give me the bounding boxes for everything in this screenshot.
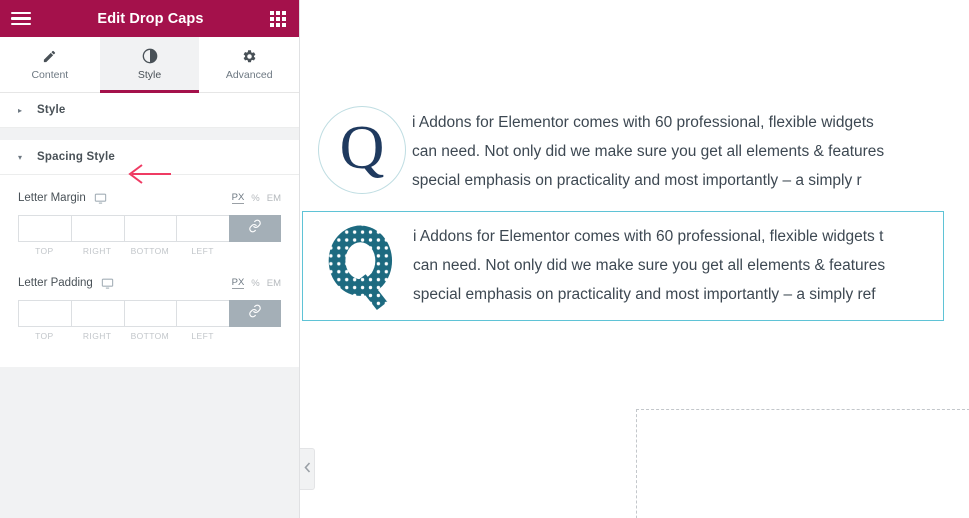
widget-dropzone[interactable]: Drag widget here: [636, 409, 969, 518]
tab-content[interactable]: Content: [0, 37, 100, 92]
label-bottom: BOTTOM: [130, 246, 170, 256]
letter-padding-header: Letter Padding PX % EM: [18, 274, 281, 292]
letter-margin-bottom-input[interactable]: [124, 216, 177, 241]
letter-margin-header: Letter Margin PX % EM: [18, 189, 281, 207]
panel-body: ▸ Style ▾ Spacing Style Letter Margin PX…: [0, 93, 299, 518]
page-title: Edit Drop Caps: [97, 10, 204, 27]
dropcap-text-2: i Addons for Elementor comes with 60 pro…: [413, 220, 933, 309]
desktop-icon[interactable]: [101, 277, 114, 290]
section-style-title: Style: [37, 104, 66, 116]
panel-collapse-handle[interactable]: [300, 448, 315, 490]
dropcap-text-line: i Addons for Elementor comes with 60 pro…: [413, 228, 886, 303]
link-chain-icon: [248, 304, 262, 323]
label-spacer: [229, 246, 281, 256]
label-top: TOP: [35, 331, 54, 341]
dropcap-polkadot-q-icon: [319, 220, 407, 312]
label-top: TOP: [35, 246, 54, 256]
unit-em[interactable]: EM: [267, 278, 281, 289]
tab-style-label: Style: [137, 68, 162, 81]
section-spacing-style[interactable]: ▾ Spacing Style: [0, 140, 299, 175]
control-letter-margin: Letter Margin PX % EM TOP RIGHT BOTTOM L…: [18, 189, 281, 256]
letter-margin-bottom-cell: [123, 215, 177, 242]
letter-padding-top-input[interactable]: [19, 301, 71, 326]
dropcap-block-1[interactable]: Q i Addons for Elementor comes with 60 p…: [302, 98, 969, 203]
pencil-icon: [42, 49, 57, 64]
chevron-right-icon: ▸: [18, 105, 23, 115]
section-style[interactable]: ▸ Style: [0, 93, 299, 128]
letter-padding-units: PX % EM: [231, 277, 281, 289]
hamburger-menu-icon[interactable]: [11, 8, 33, 30]
letter-padding-bottom-input[interactable]: [124, 301, 177, 326]
letter-margin-top-cell: [18, 215, 71, 242]
letter-padding-right-cell: [70, 300, 124, 327]
label-left: LEFT: [191, 246, 214, 256]
label-bottom: BOTTOM: [130, 331, 170, 341]
letter-padding-left-cell: [176, 300, 229, 327]
letter-margin-left-input[interactable]: [177, 216, 229, 241]
tab-style[interactable]: Style: [99, 37, 200, 93]
dropcap-circle: Q: [318, 106, 406, 194]
letter-margin-top-input[interactable]: [19, 216, 71, 241]
letter-margin-label: Letter Margin: [18, 192, 86, 204]
label-left: LEFT: [191, 331, 214, 341]
contrast-circle-icon: [142, 48, 158, 64]
panel-header: Edit Drop Caps: [0, 0, 299, 37]
widgets-grid-icon[interactable]: [268, 9, 288, 29]
letter-padding-link-button[interactable]: [229, 300, 281, 327]
elementor-editor: Edit Drop Caps Content Style Advanced ▸ …: [0, 0, 969, 518]
letter-padding-left-input[interactable]: [177, 301, 229, 326]
letter-margin-inputs: [18, 215, 281, 242]
letter-margin-right-input[interactable]: [71, 216, 124, 241]
letter-margin-left-cell: [176, 215, 229, 242]
control-letter-padding: Letter Padding PX % EM TOP RIGHT BOTTOM …: [18, 274, 281, 341]
letter-padding-right-input[interactable]: [71, 301, 124, 326]
section-divider: [0, 128, 299, 140]
label-right: RIGHT: [82, 331, 112, 341]
unit-em[interactable]: EM: [267, 193, 281, 204]
label-spacer: [229, 331, 281, 341]
letter-padding-side-labels: TOP RIGHT BOTTOM LEFT: [18, 331, 281, 341]
tab-advanced[interactable]: Advanced: [199, 37, 299, 92]
section-spacing-style-title: Spacing Style: [37, 151, 116, 163]
tab-content-label: Content: [31, 68, 69, 81]
tab-advanced-label: Advanced: [225, 68, 273, 81]
letter-padding-inputs: [18, 300, 281, 327]
chevron-left-icon: [303, 460, 311, 478]
unit-percent[interactable]: %: [251, 193, 259, 204]
unit-px[interactable]: PX: [231, 277, 245, 289]
gear-icon: [242, 49, 257, 64]
letter-margin-link-button[interactable]: [229, 215, 281, 242]
letter-padding-label: Letter Padding: [18, 277, 93, 289]
link-chain-icon: [248, 219, 262, 238]
dropcap-letter-glyph: Q: [339, 114, 385, 182]
panel-tabs: Content Style Advanced: [0, 37, 299, 93]
letter-margin-side-labels: TOP RIGHT BOTTOM LEFT: [18, 246, 281, 256]
unit-percent[interactable]: %: [251, 278, 259, 289]
dropcap-block-2[interactable]: i Addons for Elementor comes with 60 pro…: [302, 211, 944, 321]
spacing-style-content: Letter Margin PX % EM TOP RIGHT BOTTOM L…: [0, 175, 299, 367]
editor-canvas: Q i Addons for Elementor comes with 60 p…: [300, 0, 969, 518]
letter-margin-units: PX % EM: [231, 192, 281, 204]
chevron-down-icon: ▾: [18, 152, 23, 162]
dropcap-text-1: i Addons for Elementor comes with 60 pro…: [412, 106, 959, 195]
dropcap-letter-2: [313, 220, 413, 312]
desktop-icon[interactable]: [94, 192, 107, 205]
letter-padding-top-cell: [18, 300, 71, 327]
letter-margin-right-cell: [70, 215, 124, 242]
unit-px[interactable]: PX: [231, 192, 245, 204]
dropcap-letter-1: Q: [312, 106, 412, 194]
letter-padding-bottom-cell: [123, 300, 177, 327]
editor-panel: Edit Drop Caps Content Style Advanced ▸ …: [0, 0, 300, 518]
dropcap-text-line: i Addons for Elementor comes with 60 pro…: [412, 114, 885, 189]
label-right: RIGHT: [82, 246, 112, 256]
